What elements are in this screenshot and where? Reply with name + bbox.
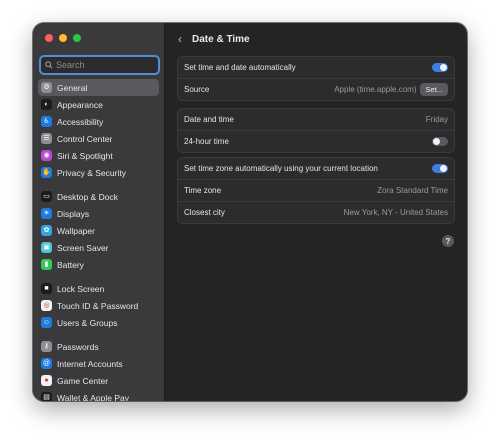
main-pane: ‹ Date & Time Set time and date automati… bbox=[165, 23, 467, 401]
lock-icon: ■ bbox=[41, 283, 52, 294]
set-auto-toggle[interactable] bbox=[432, 63, 448, 72]
page-title: Date & Time bbox=[192, 33, 250, 45]
sidebar-item-desktop-dock[interactable]: ▭ Desktop & Dock bbox=[38, 188, 159, 205]
window-controls bbox=[45, 34, 81, 42]
sidebar-item-label: Displays bbox=[57, 208, 90, 219]
help-button[interactable]: ? bbox=[442, 235, 454, 247]
sidebar-item-siri-spotlight[interactable]: ◉ Siri & Spotlight bbox=[38, 147, 159, 164]
sidebar-item-general[interactable]: ⚙ General bbox=[38, 79, 159, 96]
set-source-button[interactable]: Set... bbox=[420, 83, 448, 96]
control-center-icon: ☰ bbox=[41, 133, 52, 144]
search-icon bbox=[45, 61, 53, 69]
sidebar-item-label: Appearance bbox=[57, 99, 103, 110]
timezone-row: Time zone Zora Standard Time bbox=[178, 180, 454, 202]
dock-icon: ▭ bbox=[41, 191, 52, 202]
sidebar-item-privacy-security[interactable]: ✋ Privacy & Security bbox=[38, 164, 159, 181]
hour24-toggle[interactable] bbox=[432, 137, 448, 146]
source-label: Source bbox=[184, 85, 210, 94]
sidebar-item-label: Internet Accounts bbox=[57, 358, 123, 369]
wallet-icon: ▤ bbox=[41, 392, 52, 401]
sidebar-item-label: Desktop & Dock bbox=[57, 191, 118, 202]
display-icon: ☀ bbox=[41, 208, 52, 219]
settings-window: ⚙ General ◐ Appearance ♿ Accessibility ☰ Contro… bbox=[33, 23, 467, 401]
auto-tz-label: Set time zone automatically using your c… bbox=[184, 164, 378, 173]
sidebar-item-lock-screen[interactable]: ■ Lock Screen bbox=[38, 280, 159, 297]
appearance-icon: ◐ bbox=[41, 99, 52, 110]
sidebar-item-battery[interactable]: ▮ Battery bbox=[38, 256, 159, 273]
auto-tz-toggle[interactable] bbox=[432, 164, 448, 173]
zoom-button[interactable] bbox=[73, 34, 81, 42]
search-input[interactable] bbox=[56, 60, 146, 70]
accessibility-icon: ♿ bbox=[41, 116, 52, 127]
date-time-group: Date and time Friday 24-hour time bbox=[177, 108, 455, 153]
sidebar-item-label: General bbox=[57, 82, 88, 93]
screen-saver-icon: ▣ bbox=[41, 242, 52, 253]
battery-icon: ▮ bbox=[41, 259, 52, 270]
sidebar-item-label: Passwords bbox=[57, 341, 99, 352]
closest-city-row: Closest city New York, NY - United State… bbox=[178, 202, 454, 223]
sidebar-item-displays[interactable]: ☀ Displays bbox=[38, 205, 159, 222]
set-auto-label: Set time and date automatically bbox=[184, 63, 296, 72]
closest-city-value: New York, NY - United States bbox=[343, 208, 448, 217]
sidebar-item-passwords[interactable]: ⚷ Passwords bbox=[38, 338, 159, 355]
search-field[interactable] bbox=[39, 55, 160, 75]
sidebar-item-label: Privacy & Security bbox=[57, 167, 126, 178]
sidebar-item-screen-saver[interactable]: ▣ Screen Saver bbox=[38, 239, 159, 256]
header: ‹ Date & Time bbox=[165, 23, 467, 55]
minimize-button[interactable] bbox=[59, 34, 67, 42]
sidebar-item-label: Touch ID & Password bbox=[57, 300, 139, 311]
source-row: Source Apple (time.apple.com) Set... bbox=[178, 79, 454, 100]
back-chevron-icon[interactable]: ‹ bbox=[178, 32, 182, 46]
timezone-label: Time zone bbox=[184, 186, 222, 195]
sidebar-item-label: Wallet & Apple Pay bbox=[57, 392, 129, 402]
sidebar-item-game-center[interactable]: ● Game Center bbox=[38, 372, 159, 389]
sidebar-item-label: Control Center bbox=[57, 133, 113, 144]
sidebar-separator bbox=[38, 273, 159, 280]
sidebar-item-label: Users & Groups bbox=[57, 317, 118, 328]
hour24-label: 24-hour time bbox=[184, 137, 229, 146]
fingerprint-icon: ◎ bbox=[41, 300, 52, 311]
sidebar-item-appearance[interactable]: ◐ Appearance bbox=[38, 96, 159, 113]
date-label: Date and time bbox=[184, 115, 234, 124]
at-icon: @ bbox=[41, 358, 52, 369]
sidebar-item-touch-id-password[interactable]: ◎ Touch ID & Password bbox=[38, 297, 159, 314]
closest-city-label: Closest city bbox=[184, 208, 225, 217]
sidebar-item-label: Game Center bbox=[57, 375, 109, 386]
sidebar-item-users-groups[interactable]: ☺ Users & Groups bbox=[38, 314, 159, 331]
timezone-value: Zora Standard Time bbox=[377, 186, 448, 195]
sidebar-item-label: Battery bbox=[57, 259, 84, 270]
hour24-row: 24-hour time bbox=[178, 131, 454, 152]
timezone-group: Set time zone automatically using your c… bbox=[177, 157, 455, 224]
sidebar-item-accessibility[interactable]: ♿ Accessibility bbox=[38, 113, 159, 130]
key-icon: ⚷ bbox=[41, 341, 52, 352]
sidebar-item-wallet-apple-pay[interactable]: ▤ Wallet & Apple Pay bbox=[38, 389, 159, 401]
hand-icon: ✋ bbox=[41, 167, 52, 178]
wallpaper-icon: ✿ bbox=[41, 225, 52, 236]
sidebar-item-wallpaper[interactable]: ✿ Wallpaper bbox=[38, 222, 159, 239]
sidebar-item-label: Screen Saver bbox=[57, 242, 109, 253]
set-auto-row: Set time and date automatically bbox=[178, 57, 454, 79]
sidebar-item-label: Wallpaper bbox=[57, 225, 95, 236]
sidebar-item-internet-accounts[interactable]: @ Internet Accounts bbox=[38, 355, 159, 372]
users-icon: ☺ bbox=[41, 317, 52, 328]
sidebar-item-label: Accessibility bbox=[57, 116, 104, 127]
sidebar-item-control-center[interactable]: ☰ Control Center bbox=[38, 130, 159, 147]
source-value: Apple (time.apple.com) bbox=[334, 85, 417, 94]
sidebar-item-label: Siri & Spotlight bbox=[57, 150, 113, 161]
sidebar-separator bbox=[38, 331, 159, 338]
gear-icon: ⚙ bbox=[41, 82, 52, 93]
game-center-icon: ● bbox=[41, 375, 52, 386]
sidebar-nav: ⚙ General ◐ Appearance ♿ Accessibility ☰ Contro… bbox=[38, 79, 159, 401]
siri-icon: ◉ bbox=[41, 150, 52, 161]
sidebar: ⚙ General ◐ Appearance ♿ Accessibility ☰ Contro… bbox=[33, 23, 165, 401]
close-button[interactable] bbox=[45, 34, 53, 42]
auto-time-group: Set time and date automatically Source A… bbox=[177, 56, 455, 101]
date-value[interactable]: Friday bbox=[426, 115, 448, 124]
sidebar-separator bbox=[38, 181, 159, 188]
sidebar-item-label: Lock Screen bbox=[57, 283, 105, 294]
auto-tz-row: Set time zone automatically using your c… bbox=[178, 158, 454, 180]
date-row: Date and time Friday bbox=[178, 109, 454, 131]
